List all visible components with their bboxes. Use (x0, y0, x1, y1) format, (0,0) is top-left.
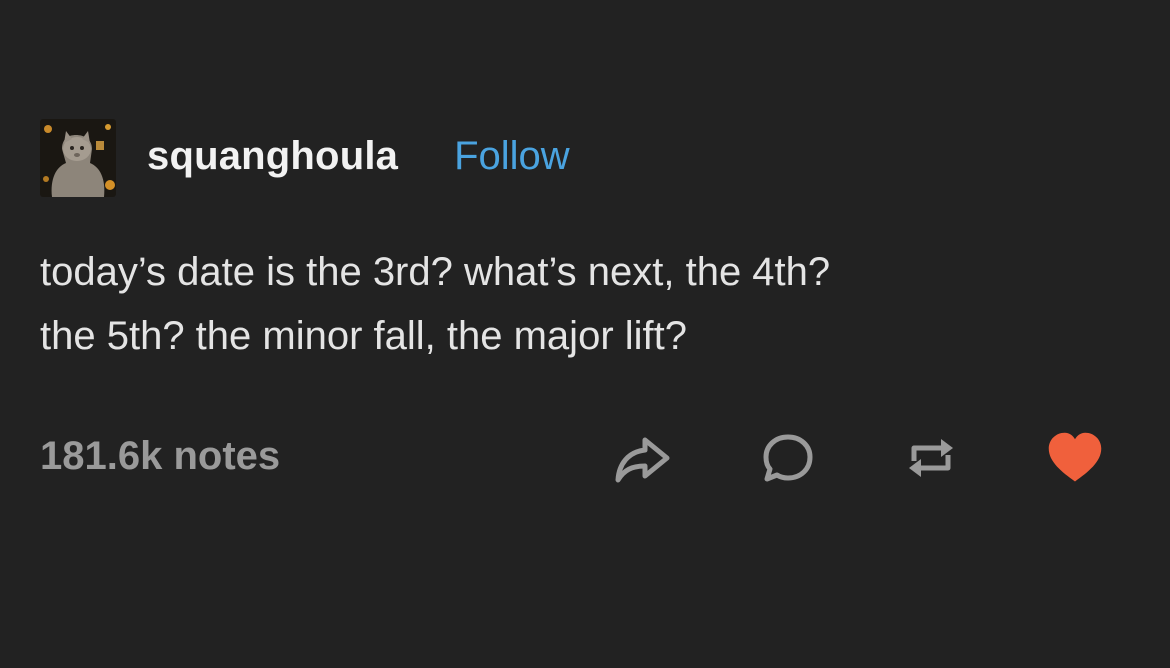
reply-button[interactable] (758, 428, 818, 488)
avatar-image (40, 119, 116, 197)
follow-button[interactable]: Follow (454, 136, 570, 176)
reblog-icon (909, 439, 953, 477)
post-body-line: today’s date is the 3rd? what’s next, th… (40, 250, 831, 294)
post-card: squanghoula Follow today’s date is the 3… (0, 0, 1170, 668)
post-body: today’s date is the 3rd? what’s next, th… (40, 240, 1140, 368)
notes-count[interactable]: 181.6k notes (40, 436, 280, 476)
post-header: squanghoula Follow (40, 118, 570, 198)
avatar[interactable] (40, 119, 116, 197)
username[interactable]: squanghoula (147, 136, 398, 176)
reply-icon (763, 434, 813, 482)
post-footer: 181.6k notes (40, 428, 1120, 488)
share-button[interactable] (612, 428, 672, 488)
share-icon (615, 437, 670, 483)
heart-icon (1048, 432, 1102, 482)
post-body-line: the 5th? the minor fall, the major lift? (40, 314, 687, 358)
reblog-button[interactable] (901, 428, 961, 488)
like-button[interactable] (1045, 428, 1105, 488)
